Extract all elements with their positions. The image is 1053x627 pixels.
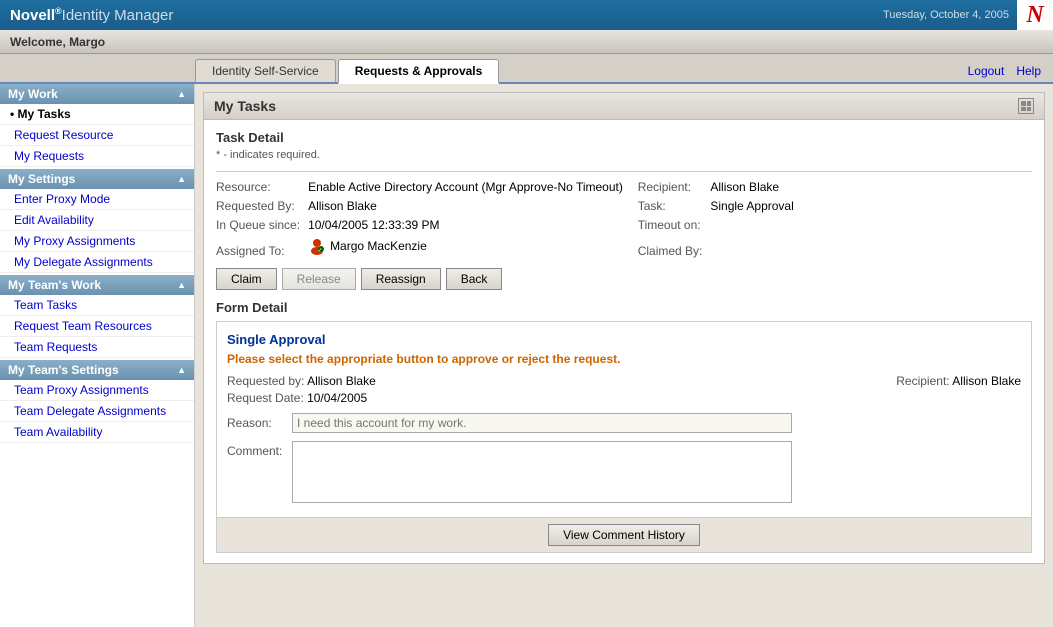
view-comment-bar: View Comment History <box>216 518 1032 553</box>
reassign-button[interactable]: Reassign <box>361 268 441 290</box>
form-requested-by-label: Requested by: <box>227 374 304 388</box>
claimed-by-label: Claimed By: <box>638 244 703 258</box>
panel-grid-icon[interactable] <box>1018 98 1034 114</box>
chevron-icon-4: ▲ <box>177 365 186 375</box>
sidebar-item-my-proxy-assignments[interactable]: My Proxy Assignments <box>0 231 194 252</box>
sidebar-item-team-delegate-assignments[interactable]: Team Delegate Assignments <box>0 401 194 422</box>
recipient-label: Recipient: <box>638 180 703 194</box>
reason-label: Reason: <box>227 416 292 430</box>
sidebar-item-my-delegate-assignments[interactable]: My Delegate Assignments <box>0 252 194 273</box>
form-detail-section: Single Approval Please select the approp… <box>216 321 1032 518</box>
sidebar-section-my-work[interactable]: My Work ▲ <box>0 84 194 104</box>
view-comment-history-button[interactable]: View Comment History <box>548 524 700 546</box>
welcome-text: Welcome, Margo <box>10 35 105 49</box>
sidebar-item-enter-proxy-mode[interactable]: Enter Proxy Mode <box>0 189 194 210</box>
requested-by-value: Allison Blake <box>308 199 630 213</box>
logo-text: Novell® <box>10 6 62 24</box>
required-note: * - indicates required. <box>216 149 1032 161</box>
sidebar-item-request-team-resources[interactable]: Request Team Resources <box>0 316 194 337</box>
form-recipient-value: Allison Blake <box>952 374 1021 388</box>
form-title: Single Approval <box>227 332 1021 347</box>
comment-label: Comment: <box>227 441 292 458</box>
sidebar-section-my-teams-work[interactable]: My Team's Work ▲ <box>0 275 194 295</box>
tab-requests-approvals[interactable]: Requests & Approvals <box>338 59 500 84</box>
form-requested-by-value: Allison Blake <box>307 374 376 388</box>
logout-link[interactable]: Logout <box>968 64 1005 78</box>
claim-button[interactable]: Claim <box>216 268 277 290</box>
recipient-value: Allison Blake <box>710 180 1032 194</box>
task-value: Single Approval <box>710 199 1032 213</box>
back-button[interactable]: Back <box>446 268 503 290</box>
form-request-date-label: Request Date: <box>227 391 304 405</box>
sidebar-item-team-proxy-assignments[interactable]: Team Proxy Assignments <box>0 380 194 401</box>
help-link[interactable]: Help <box>1016 64 1041 78</box>
assigned-to-label: Assigned To: <box>216 244 300 258</box>
requested-by-label: Requested By: <box>216 199 300 213</box>
chevron-icon: ▲ <box>177 89 186 99</box>
sidebar: My Work ▲ • My Tasks Request Resource My… <box>0 84 195 627</box>
tab-identity-self-service[interactable]: Identity Self-Service <box>195 59 336 82</box>
in-queue-value: 10/04/2005 12:33:39 PM <box>308 218 630 232</box>
header-date: Tuesday, October 4, 2005 <box>883 0 1017 30</box>
sidebar-item-my-tasks[interactable]: • My Tasks <box>0 104 194 125</box>
resource-value: Enable Active Directory Account (Mgr App… <box>308 180 630 194</box>
sidebar-item-team-tasks[interactable]: Team Tasks <box>0 295 194 316</box>
user-avatar-icon: ✓ <box>308 237 326 255</box>
chevron-icon-3: ▲ <box>177 280 186 290</box>
my-tasks-panel: My Tasks Task Detail * - indicates requi… <box>203 92 1045 564</box>
sidebar-section-my-settings[interactable]: My Settings ▲ <box>0 169 194 189</box>
form-recipient-label: Recipient: <box>896 374 949 388</box>
sidebar-item-edit-availability[interactable]: Edit Availability <box>0 210 194 231</box>
novell-n-box: N <box>1017 0 1053 30</box>
chevron-icon-2: ▲ <box>177 174 186 184</box>
action-buttons: Claim Release Reassign Back <box>216 268 1032 290</box>
reason-input[interactable] <box>292 413 792 433</box>
task-label: Task: <box>638 199 703 213</box>
in-queue-label: In Queue since: <box>216 218 300 232</box>
assigned-to-value: ✓ Margo MacKenzie <box>308 237 630 255</box>
sidebar-item-team-availability[interactable]: Team Availability <box>0 422 194 443</box>
form-instruction: Please select the appropriate button to … <box>227 352 1021 366</box>
form-request-date-value: 10/04/2005 <box>307 391 367 405</box>
timeout-label: Timeout on: <box>638 218 703 232</box>
comment-input[interactable] <box>292 441 792 503</box>
sidebar-item-my-requests[interactable]: My Requests <box>0 146 194 167</box>
sidebar-section-my-teams-settings[interactable]: My Team's Settings ▲ <box>0 360 194 380</box>
logo-subtitle: Identity Manager <box>62 7 174 24</box>
content-area: My Tasks Task Detail * - indicates requi… <box>195 84 1053 627</box>
svg-text:✓: ✓ <box>318 248 323 254</box>
panel-header: My Tasks <box>204 93 1044 120</box>
resource-label: Resource: <box>216 180 300 194</box>
form-detail-title: Form Detail <box>216 300 1032 315</box>
release-button[interactable]: Release <box>282 268 356 290</box>
task-detail-title: Task Detail <box>216 130 1032 145</box>
sidebar-item-team-requests[interactable]: Team Requests <box>0 337 194 358</box>
sidebar-item-request-resource[interactable]: Request Resource <box>0 125 194 146</box>
